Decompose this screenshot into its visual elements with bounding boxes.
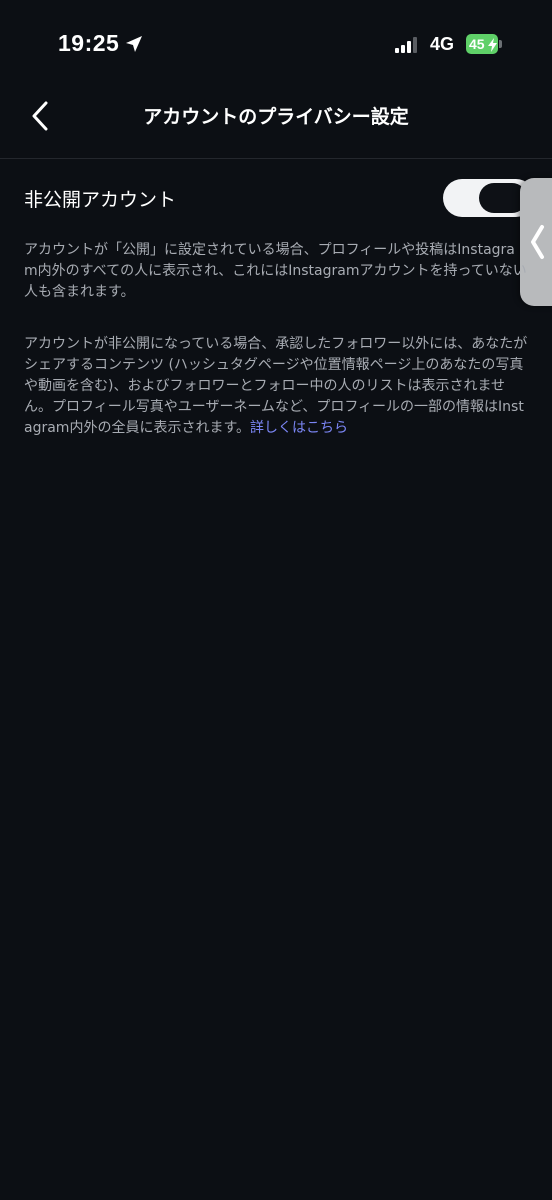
- navigation-header: アカウントのプライバシー設定: [0, 92, 552, 159]
- location-arrow-icon: [124, 34, 144, 54]
- private-account-row: 非公開アカウント: [0, 172, 552, 228]
- status-bar: 19:25 4G 45: [0, 0, 552, 92]
- network-type: 4G: [430, 34, 455, 54]
- battery-cap: [499, 40, 502, 48]
- public-account-description: アカウントが「公開」に設定されている場合、プロフィールや投稿はInstagram…: [24, 242, 527, 300]
- chevron-left-icon: [531, 225, 544, 259]
- chevron-left-icon: [32, 101, 48, 131]
- private-account-description: アカウントが非公開になっている場合、承認したフォロワー以外には、あなたがシェアす…: [24, 334, 528, 439]
- status-time: 19:25: [58, 30, 120, 56]
- learn-more-link[interactable]: 詳しくはこちら: [250, 420, 348, 436]
- back-button[interactable]: [24, 98, 56, 134]
- charging-bolt-icon: [488, 37, 497, 52]
- private-account-label: 非公開アカウント: [24, 189, 177, 211]
- page-title: アカウントのプライバシー設定: [143, 106, 409, 128]
- battery-icon: 45: [466, 34, 504, 54]
- cellular-signal-icon: [395, 37, 421, 53]
